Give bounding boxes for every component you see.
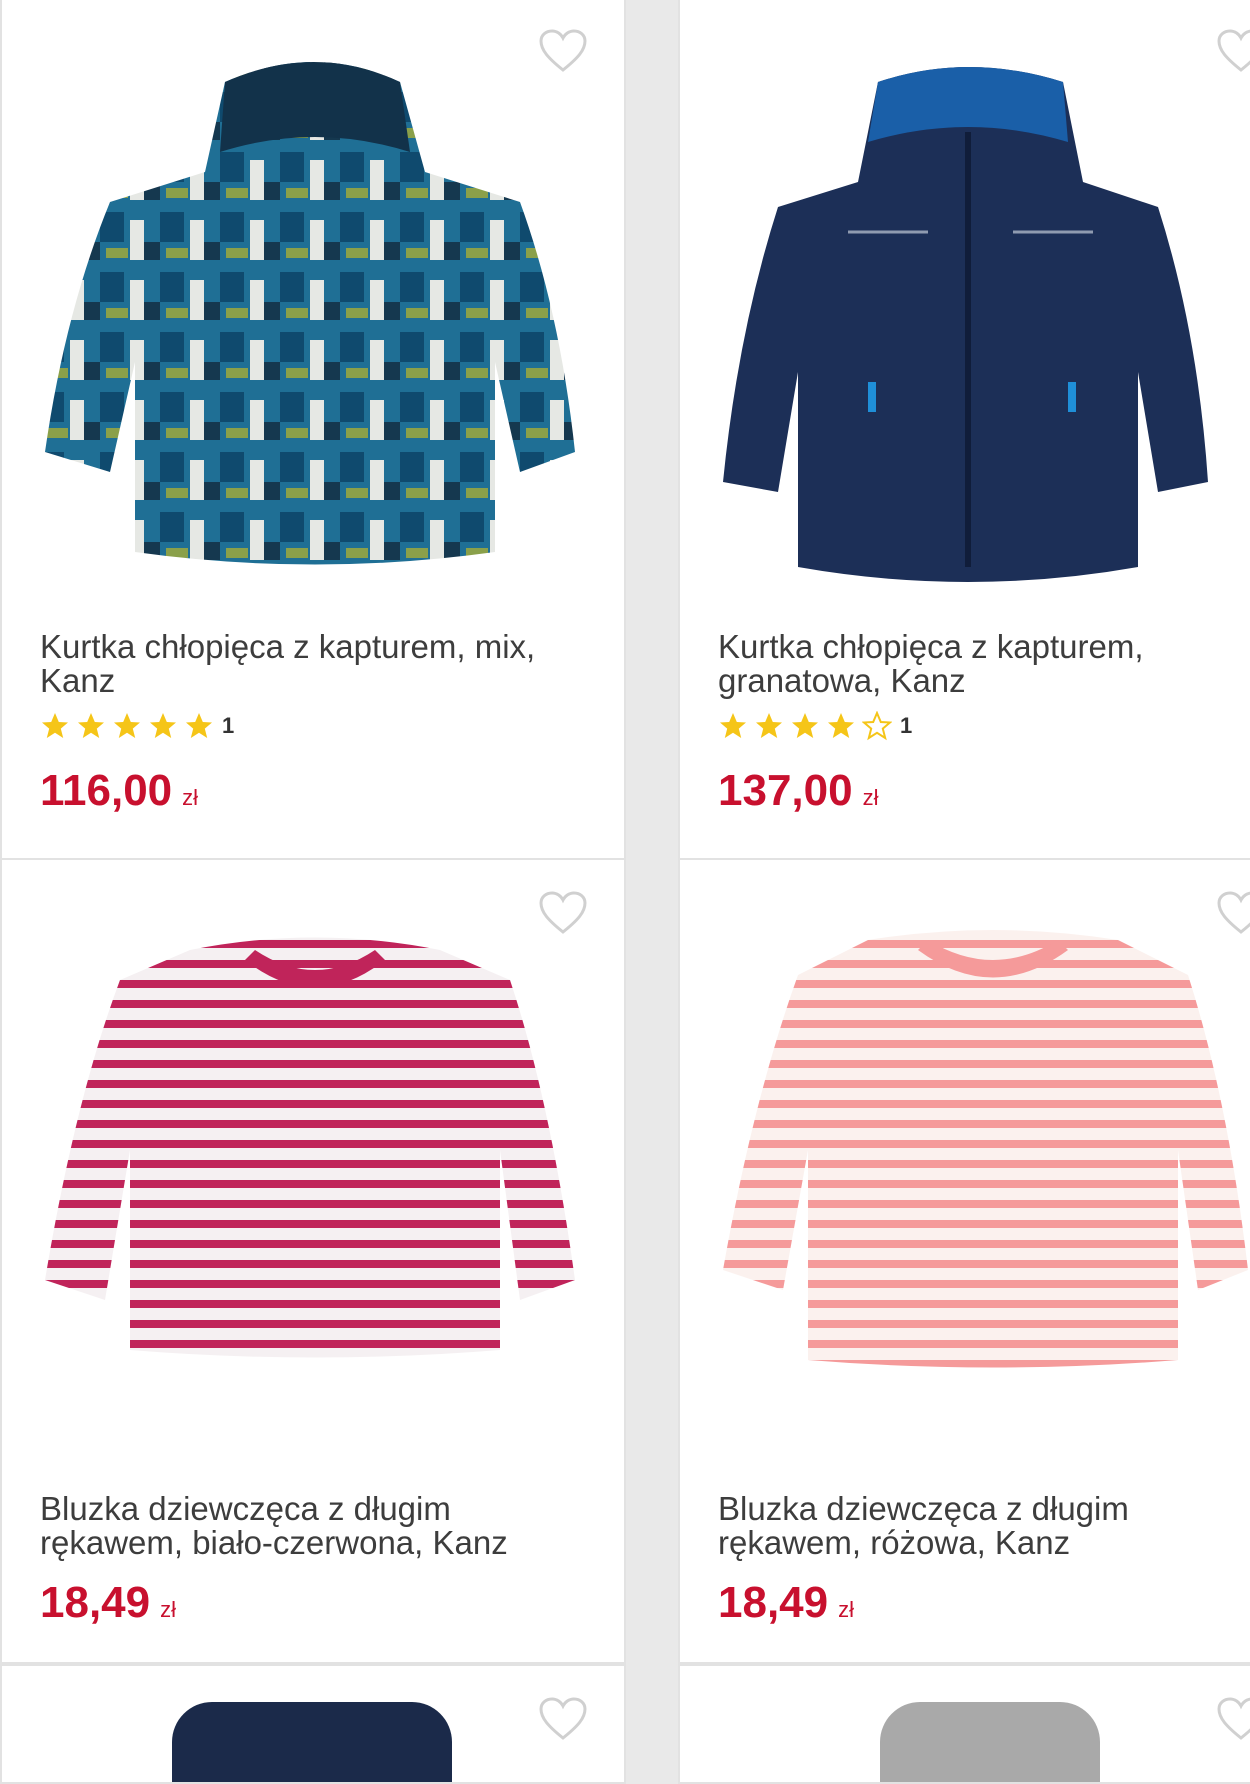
price-currency: zł xyxy=(862,785,879,810)
product-price: 137,00 zł xyxy=(718,766,878,816)
star-filled-icon xyxy=(184,711,214,741)
price-currency: zł xyxy=(182,785,199,810)
product-card[interactable] xyxy=(678,1664,1250,1784)
price-value: 137,00 xyxy=(718,766,853,815)
product-image[interactable] xyxy=(172,1702,452,1782)
price-currency: zł xyxy=(838,1597,854,1622)
star-filled-icon xyxy=(40,711,70,741)
heart-icon[interactable] xyxy=(1216,1696,1250,1742)
product-price: 18,49 zł xyxy=(718,1578,854,1628)
product-title[interactable]: Kurtka chłopięca z kapturem, mix, Kanz xyxy=(40,630,580,698)
product-card[interactable]: Bluzka dziewczęca z długim rękawem, różo… xyxy=(678,858,1250,1664)
product-title[interactable]: Kurtka chłopięca z kapturem, granatowa, … xyxy=(718,630,1250,698)
star-filled-icon xyxy=(112,711,142,741)
product-card[interactable]: Bluzka dziewczęca z długim rękawem, biał… xyxy=(0,858,626,1664)
product-price: 116,00 zł xyxy=(40,766,198,816)
product-card[interactable]: Kurtka chłopięca z kapturem, granatowa, … xyxy=(678,0,1250,860)
star-filled-icon xyxy=(148,711,178,741)
star-filled-icon xyxy=(76,711,106,741)
product-title[interactable]: Bluzka dziewczęca z długim rękawem, biał… xyxy=(40,1492,580,1560)
product-rating: 1 xyxy=(40,710,234,742)
rating-count: 1 xyxy=(222,713,235,738)
price-value: 116,00 xyxy=(40,766,173,815)
star-filled-icon xyxy=(826,711,856,741)
star-filled-icon xyxy=(718,711,748,741)
price-value: 18,49 xyxy=(718,1578,829,1627)
heart-icon[interactable] xyxy=(538,1696,588,1742)
product-image[interactable] xyxy=(718,32,1250,592)
product-grid: Kurtka chłopięca z kapturem, mix, Kanz 1… xyxy=(0,0,1250,1784)
product-price: 18,49 zł xyxy=(40,1578,176,1628)
price-currency: zł xyxy=(160,1597,176,1622)
star-filled-icon xyxy=(790,711,820,741)
product-image[interactable] xyxy=(880,1702,1100,1782)
product-image[interactable] xyxy=(40,32,590,592)
product-title[interactable]: Bluzka dziewczęca z długim rękawem, różo… xyxy=(718,1492,1250,1560)
product-image[interactable] xyxy=(40,920,590,1440)
star-outline-icon xyxy=(862,711,892,741)
product-card[interactable] xyxy=(0,1664,626,1784)
rating-count: 1 xyxy=(900,713,913,738)
product-image[interactable] xyxy=(718,920,1250,1440)
product-rating: 1 xyxy=(718,710,912,742)
star-filled-icon xyxy=(754,711,784,741)
price-value: 18,49 xyxy=(40,1578,151,1627)
product-card[interactable]: Kurtka chłopięca z kapturem, mix, Kanz 1… xyxy=(0,0,626,860)
